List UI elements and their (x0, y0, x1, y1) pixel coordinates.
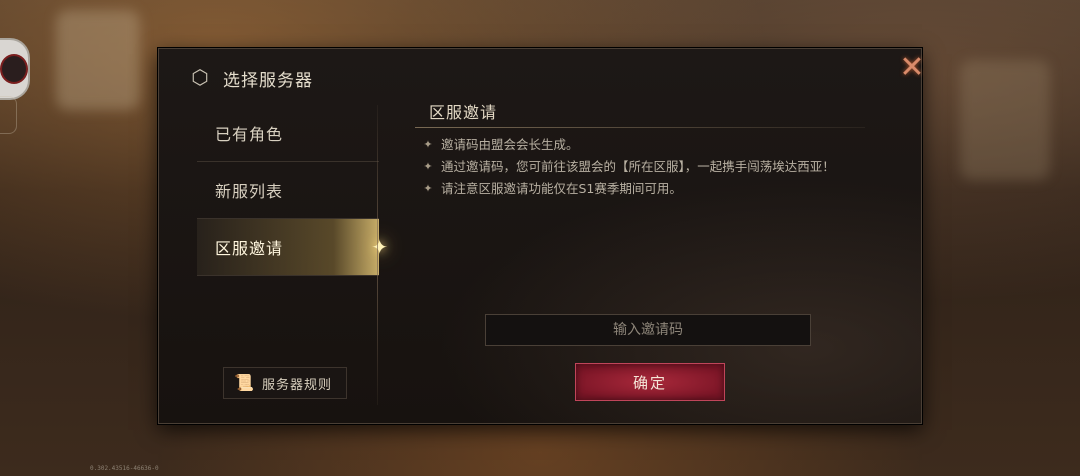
side-tab-handle[interactable] (0, 96, 17, 134)
list-item: ✦ 请注意区服邀请功能仅在S1赛季期间可用。 (415, 178, 875, 200)
list-item-text: 通过邀请码，您可前往该盟会的【所在区服】，一起携手闯荡埃达西亚！ (441, 159, 835, 174)
sidebar-item-label: 区服邀请 (215, 239, 284, 258)
server-tabs-sidebar: 已有角色 新服列表 区服邀请 ✦ (197, 105, 388, 276)
sidebar-divider (377, 105, 378, 405)
invite-content: 区服邀请 ✦ 邀请码由盟会会长生成。 ✦ 通过邀请码，您可前往该盟会的【所在区服… (415, 99, 875, 200)
active-sparkle-icon: ✦ (371, 235, 389, 259)
background-panel-right (960, 60, 1050, 180)
sidebar-item-existing-characters[interactable]: 已有角色 (197, 105, 379, 162)
list-item-text: 邀请码由盟会会长生成。 (441, 137, 579, 152)
list-item: ✦ 邀请码由盟会会长生成。 (415, 134, 875, 156)
bullet-star-icon: ✦ (423, 160, 433, 173)
sidebar-item-label: 新服列表 (215, 182, 284, 201)
server-select-dialog: ⬡ 选择服务器 ✕ 已有角色 新服列表 区服邀请 ✦ 📜 服务器规则 区服邀请 … (158, 48, 925, 424)
dialog-header: ⬡ 选择服务器 ✕ (159, 49, 924, 103)
player-avatar[interactable] (0, 38, 30, 100)
sidebar-item-label: 已有角色 (215, 125, 284, 144)
invite-code-input[interactable] (485, 314, 811, 346)
close-icon[interactable]: ✕ (897, 53, 927, 83)
invite-rules-list: ✦ 邀请码由盟会会长生成。 ✦ 通过邀请码，您可前往该盟会的【所在区服】，一起携… (415, 134, 875, 200)
scroll-icon: 📜 (234, 373, 254, 392)
sidebar-item-server-invite[interactable]: 区服邀请 ✦ (197, 219, 388, 276)
section-title: 区服邀请 (429, 103, 498, 122)
sidebar-item-new-servers[interactable]: 新服列表 (197, 162, 379, 219)
title-underline (415, 127, 865, 128)
bullet-star-icon: ✦ (423, 138, 433, 151)
list-item: ✦ 通过邀请码，您可前往该盟会的【所在区服】，一起携手闯荡埃达西亚！ (415, 156, 875, 178)
confirm-button[interactable]: 确定 (575, 363, 725, 401)
server-rules-button[interactable]: 📜 服务器规则 (223, 367, 347, 399)
background-panel-left (56, 10, 140, 110)
avatar-emblem-icon (0, 54, 28, 84)
d20-dice-icon: ⬡ (191, 65, 209, 89)
list-item-text: 请注意区服邀请功能仅在S1赛季期间可用。 (441, 181, 682, 196)
server-rules-label: 服务器规则 (262, 377, 333, 393)
bullet-star-icon: ✦ (423, 182, 433, 195)
version-label: 0.302.43516-46636-0 (90, 465, 159, 472)
dialog-title: 选择服务器 (223, 71, 313, 91)
